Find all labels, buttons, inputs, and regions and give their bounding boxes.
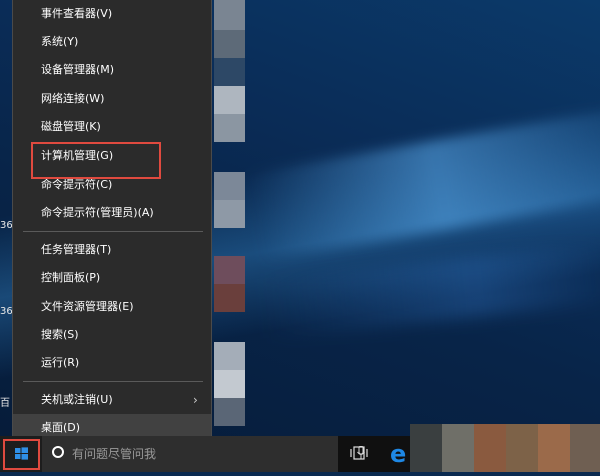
wallpaper-light-beam xyxy=(245,107,600,263)
menu-item-label: 关机或注销(U) xyxy=(41,393,113,406)
menu-item-file-explorer[interactable]: 文件资源管理器(E) xyxy=(13,293,211,321)
blurred-desktop-icon xyxy=(214,342,245,370)
menu-item-event-viewer[interactable]: 事件查看器(V) xyxy=(13,0,211,28)
menu-item-network-connections[interactable]: 网络连接(W) xyxy=(13,85,211,113)
blurred-desktop-icon xyxy=(214,30,245,58)
start-annotation-box xyxy=(3,439,40,470)
desktop-label-fragment: 36 xyxy=(0,220,13,231)
blurred-desktop-icon xyxy=(214,86,245,114)
search-placeholder: 有问题尽管问我 xyxy=(72,447,157,461)
blurred-desktop-icon xyxy=(214,398,245,426)
menu-item-control-panel[interactable]: 控制面板(P) xyxy=(13,264,211,292)
blurred-desktop-icon xyxy=(214,370,245,398)
blurred-tray-icon xyxy=(538,424,570,472)
chevron-right-icon: › xyxy=(193,393,198,407)
blurred-desktop-icon xyxy=(214,0,245,30)
desktop-label-fragment: 36 xyxy=(0,306,13,317)
blurred-desktop-icon xyxy=(214,256,245,284)
task-view-icon[interactable] xyxy=(350,446,368,460)
blurred-desktop-icon xyxy=(214,114,245,142)
blurred-tray-icon xyxy=(570,424,600,472)
annotation-highlight-box xyxy=(31,142,161,179)
desktop-label-fragment: 百 xyxy=(0,398,10,409)
blurred-tray-icon xyxy=(474,424,506,472)
menu-separator xyxy=(23,381,203,382)
blurred-desktop-icon xyxy=(214,284,245,312)
blurred-tray-icon xyxy=(442,424,474,472)
menu-item-shutdown-signout[interactable]: 关机或注销(U) › xyxy=(13,386,211,414)
menu-item-device-manager[interactable]: 设备管理器(M) xyxy=(13,56,211,84)
menu-item-search[interactable]: 搜索(S) xyxy=(13,321,211,349)
blurred-tray-icon xyxy=(506,424,538,472)
start-button[interactable] xyxy=(0,436,42,472)
blurred-desktop-icon xyxy=(214,58,245,86)
blurred-desktop-icon xyxy=(214,172,245,200)
cortana-circle-icon xyxy=(52,446,64,458)
menu-item-task-manager[interactable]: 任务管理器(T) xyxy=(13,236,211,264)
menu-item-run[interactable]: 运行(R) xyxy=(13,349,211,377)
blurred-desktop-icon xyxy=(214,200,245,228)
menu-separator xyxy=(23,231,203,232)
menu-item-disk-management[interactable]: 磁盘管理(K) xyxy=(13,113,211,141)
blurred-tray-icon xyxy=(410,424,442,472)
wallpaper-light-beam-lower xyxy=(257,241,600,339)
menu-item-system[interactable]: 系统(Y) xyxy=(13,28,211,56)
menu-item-command-prompt-admin[interactable]: 命令提示符(管理员)(A) xyxy=(13,199,211,227)
cortana-search-box[interactable]: 有问题尽管问我 xyxy=(42,436,365,472)
winx-context-menu: 事件查看器(V) 系统(Y) 设备管理器(M) 网络连接(W) 磁盘管理(K) … xyxy=(12,0,212,442)
